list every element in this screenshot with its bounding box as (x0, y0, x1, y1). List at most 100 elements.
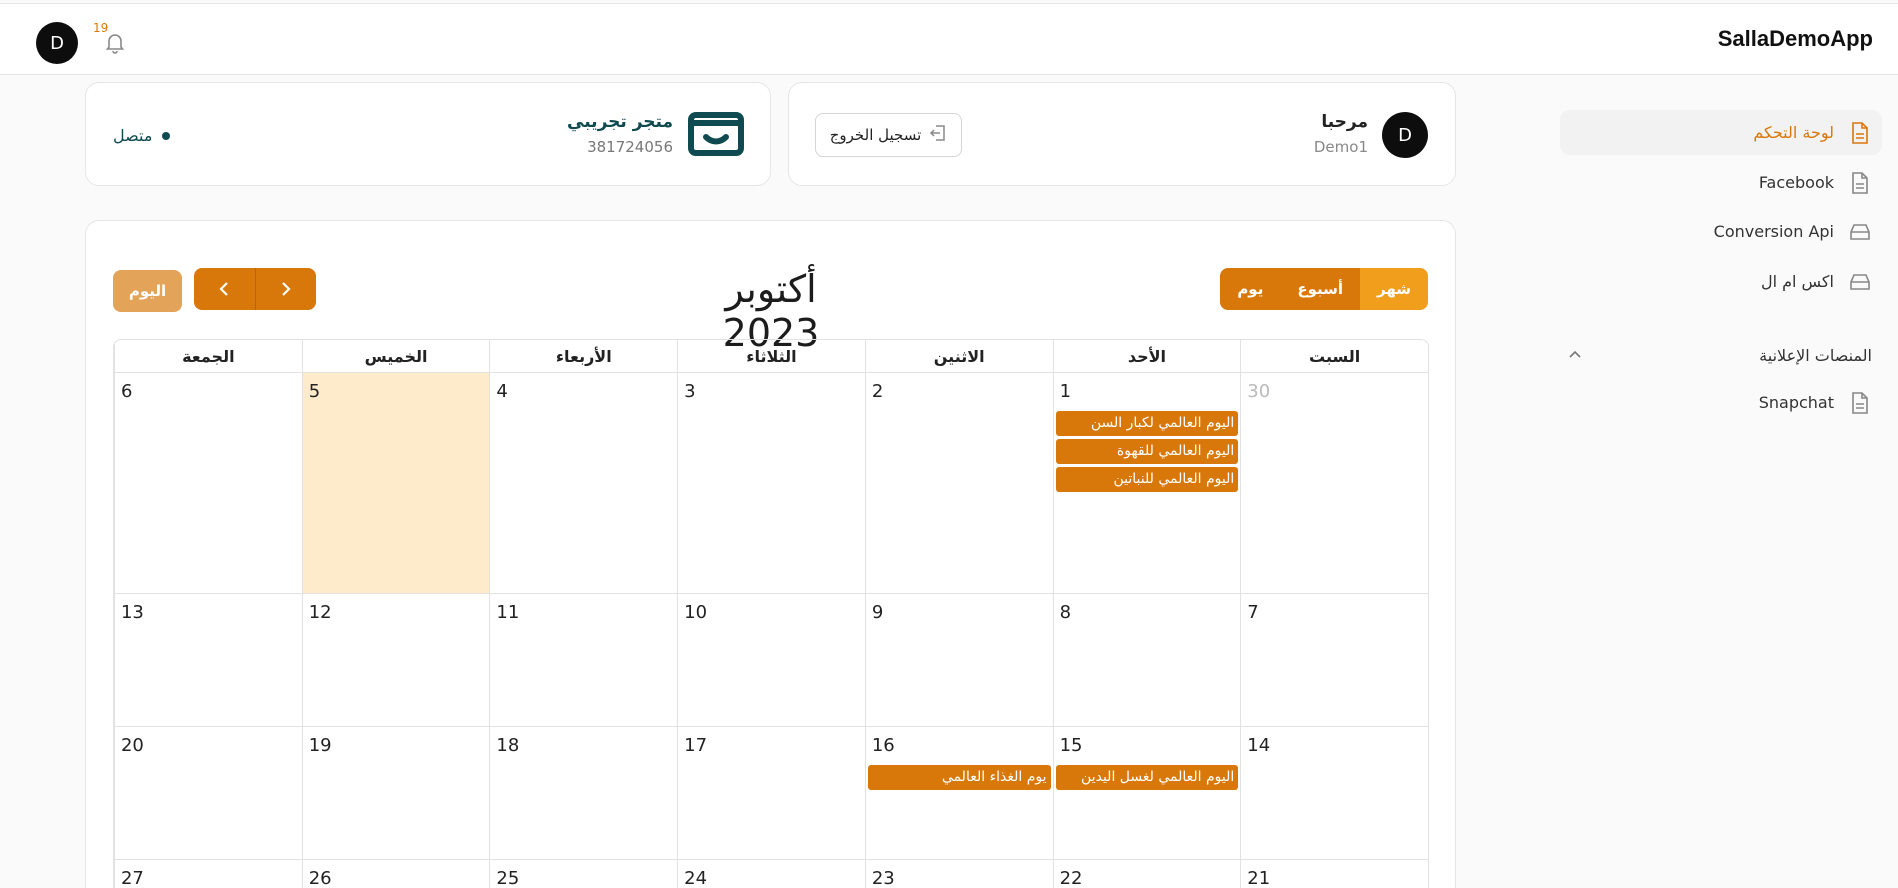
sidebar-section-ad-platforms[interactable]: المنصات الإعلانية (1560, 340, 1872, 370)
logout-label: تسجيل الخروج (829, 126, 922, 144)
day-number: 20 (120, 735, 144, 756)
sidebar-item-snapchat[interactable]: Snapchat (1560, 380, 1882, 425)
store-id: 381724056 (587, 138, 673, 156)
sidebar-item-xml[interactable]: اكس ام ال (1560, 259, 1882, 304)
day-number: 13 (120, 602, 144, 623)
calendar-day[interactable]: 3 (677, 373, 865, 593)
calendar-day[interactable]: 17 (677, 727, 865, 859)
store-card: متجر تجريبي 381724056 متصل (85, 82, 771, 186)
day-number: 26 (308, 868, 332, 888)
view-day-button[interactable]: يوم (1220, 268, 1281, 310)
calendar-day[interactable]: 15 اليوم العالمي لغسل اليدين (1052, 727, 1241, 859)
store-logo-icon (688, 109, 744, 159)
weekday-label: الثلاثاء (677, 340, 865, 372)
sidebar-item-facebook[interactable]: Facebook (1560, 160, 1882, 205)
day-events: اليوم العالمي لكبار السن اليوم العالمي لل… (1055, 411, 1239, 495)
connection-status: متصل (113, 126, 171, 145)
calendar-event[interactable]: اليوم العالمي للنباتين (1055, 467, 1239, 492)
calendar-day[interactable]: 22 (1052, 860, 1241, 888)
calendar-week-row: 14 15 اليوم العالمي لغسل اليدين 16 يوم الغذا… (114, 727, 1428, 860)
document-icon (1848, 391, 1872, 415)
sidebar-item-label: اكس ام ال (1760, 272, 1834, 291)
calendar-day[interactable]: 16 يوم الغذاء العالمي (864, 727, 1053, 859)
weekday-label: الأحد (1052, 340, 1241, 372)
chevron-up-icon (1568, 347, 1582, 363)
status-label: متصل (113, 126, 153, 145)
sidebar-item-conversion-api[interactable]: Conversion Api (1560, 209, 1882, 254)
weekday-label: السبت (1240, 340, 1428, 372)
day-number: 22 (1059, 868, 1083, 888)
calendar-day[interactable]: 12 (301, 594, 490, 726)
calendar-day[interactable]: 6 (114, 373, 302, 593)
calendar-day[interactable]: 26 (301, 860, 490, 888)
calendar-day[interactable]: 7 (1240, 594, 1428, 726)
calendar-day[interactable]: 4 (489, 373, 677, 593)
calendar-day[interactable]: 23 (864, 860, 1053, 888)
calendar-day[interactable]: 9 (864, 594, 1053, 726)
store-name: متجر تجريبي (567, 112, 673, 132)
calendar-event[interactable]: اليوم العالمي لكبار السن (1055, 411, 1239, 436)
day-number: 27 (120, 868, 144, 888)
calendar-day[interactable]: 11 (489, 594, 677, 726)
calendar-day[interactable]: 2 (864, 373, 1053, 593)
day-number: 15 (1059, 735, 1083, 756)
app-title: SallaDemoApp (1717, 26, 1873, 51)
day-number: 11 (496, 602, 520, 623)
view-month-button[interactable]: شهر (1360, 268, 1428, 310)
view-week-button[interactable]: أسبوع (1280, 268, 1361, 310)
sidebar-item-label: لوحة التحكم (1753, 123, 1834, 142)
user-avatar[interactable]: D (36, 22, 78, 64)
calendar-day[interactable]: 19 (301, 727, 490, 859)
calendar-grid: السبت الأحد الاثنين الثلاثاء الأربعاء الخميس ا… (113, 339, 1429, 888)
weekday-label: الجمعة (114, 340, 302, 372)
weekday-header: السبت الأحد الاثنين الثلاثاء الأربعاء الخميس ا… (114, 340, 1428, 373)
tray-icon (1848, 270, 1872, 294)
today-button[interactable]: اليوم (113, 270, 182, 312)
calendar-event[interactable]: يوم الغذاء العالمي (867, 765, 1051, 790)
calendar-day[interactable]: 14 (1240, 727, 1428, 859)
calendar-day[interactable]: 18 (489, 727, 677, 859)
calendar-week-row: 21 22 23 24 25 26 27 (114, 860, 1428, 888)
sidebar-item-label: Snapchat (1758, 393, 1834, 412)
calendar-day[interactable]: 25 (489, 860, 677, 888)
sidebar-item-dashboard[interactable]: لوحة التحكم (1560, 110, 1882, 155)
calendar-day[interactable]: 24 (677, 860, 865, 888)
calendar-week-row: 7 8 9 10 11 12 13 (114, 594, 1428, 727)
day-number: 23 (871, 868, 895, 888)
day-number: 12 (308, 602, 332, 623)
day-number: 1 (1059, 381, 1072, 402)
day-number: 5 (308, 381, 321, 402)
sidebar-item-label: Conversion Api (1713, 222, 1834, 241)
calendar-event[interactable]: اليوم العالمي للقهوة (1055, 439, 1239, 464)
top-bar: SallaDemoApp D 19 (0, 3, 1898, 75)
avatar: D (1382, 112, 1428, 158)
calendar-day[interactable]: 30 (1240, 373, 1428, 593)
calendar-day[interactable]: 21 (1240, 860, 1428, 888)
document-icon (1848, 121, 1872, 145)
day-events: يوم الغذاء العالمي (867, 765, 1051, 793)
calendar-card: اليوم أكتوبر 2023 يوم أسبوع شهر السبت الأ… (85, 220, 1456, 888)
day-number: 14 (1247, 735, 1271, 756)
day-number: 4 (496, 381, 508, 402)
logout-button[interactable]: تسجيل الخروج (815, 113, 962, 157)
weekday-label: الأربعاء (489, 340, 677, 372)
day-number: 6 (120, 381, 133, 402)
user-card: D مرحبا Demo1 تسجيل الخروج (788, 82, 1456, 186)
calendar-week-row: 30 1 اليوم العالمي لكبار السن اليوم العالمي… (114, 373, 1428, 594)
calendar-day[interactable]: 1 اليوم العالمي لكبار السن اليوم العالمي ل… (1052, 373, 1241, 593)
prev-month-button[interactable] (194, 268, 255, 310)
day-number: 10 (684, 602, 708, 623)
calendar-day[interactable]: 8 (1052, 594, 1241, 726)
calendar-day-today[interactable]: 5 (301, 373, 490, 593)
bell-icon[interactable] (103, 30, 127, 54)
calendar-day[interactable]: 27 (114, 860, 302, 888)
calendar-day[interactable]: 20 (114, 727, 302, 859)
calendar-day[interactable]: 10 (677, 594, 865, 726)
calendar-day[interactable]: 13 (114, 594, 302, 726)
day-number: 8 (1059, 602, 1072, 623)
day-number: 21 (1247, 868, 1271, 888)
day-number: 2 (871, 381, 884, 402)
calendar-event[interactable]: اليوم العالمي لغسل اليدين (1055, 765, 1239, 790)
weekday-label: الاثنين (864, 340, 1053, 372)
next-month-button[interactable] (254, 268, 316, 310)
